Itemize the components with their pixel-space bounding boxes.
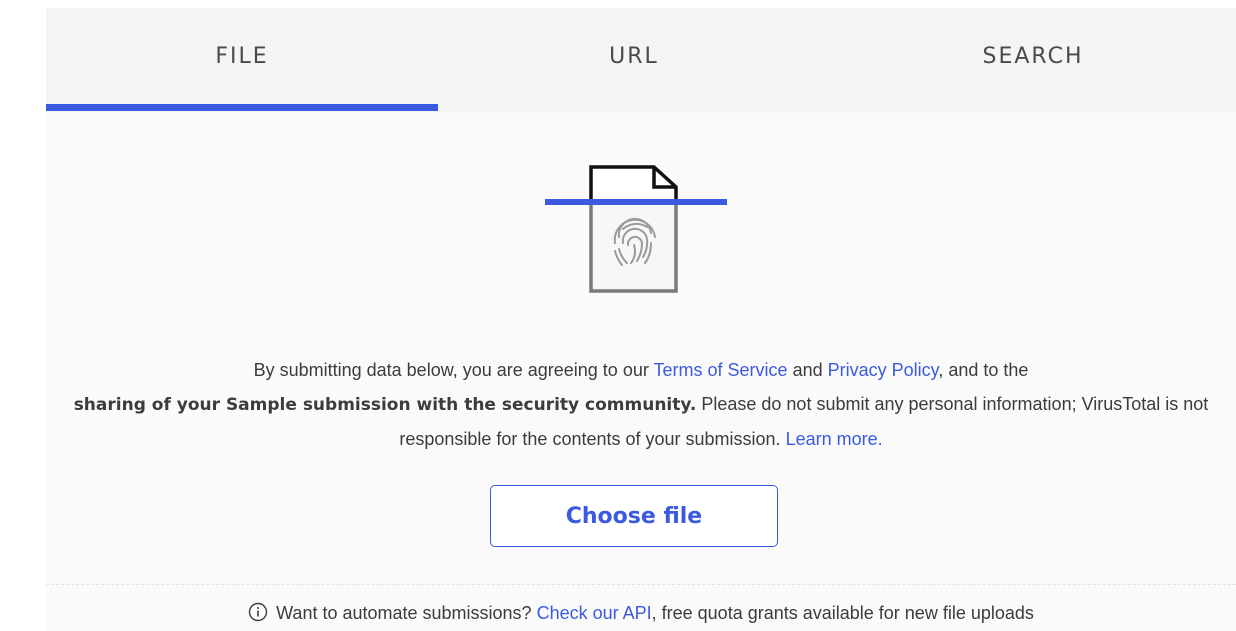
divider <box>46 584 1236 585</box>
info-icon <box>248 602 268 622</box>
page: FILE URL SEARCH By submitting data below… <box>0 0 1236 631</box>
learn-more-link[interactable]: Learn more. <box>786 429 883 449</box>
terms-after-privacy: , and to the <box>938 360 1029 380</box>
privacy-policy-link[interactable]: Privacy Policy <box>828 360 939 380</box>
check-api-link[interactable]: Check our API <box>537 603 652 623</box>
tab-url[interactable]: URL <box>438 8 830 112</box>
tab-bar: FILE URL SEARCH <box>46 8 1236 112</box>
sharing-notice: sharing of your Sample submission with t… <box>73 395 697 415</box>
tab-file[interactable]: FILE <box>46 8 438 112</box>
file-fingerprint-icon <box>541 163 731 298</box>
tab-search[interactable]: SEARCH <box>830 8 1236 112</box>
terms-of-service-link[interactable]: Terms of Service <box>654 360 788 380</box>
upload-panel: FILE URL SEARCH By submitting data below… <box>46 8 1236 631</box>
api-note-prefix: Want to automate submissions? <box>276 603 537 623</box>
api-note-suffix: , free quota grants available for new fi… <box>651 603 1034 623</box>
terms-and: and <box>787 360 828 380</box>
terms-prefix: By submitting data below, you are agreei… <box>253 360 654 380</box>
choose-file-button[interactable]: Choose file <box>490 485 778 547</box>
terms-notice: By submitting data below, you are agreei… <box>46 353 1236 456</box>
active-tab-indicator <box>46 104 438 111</box>
api-note: Want to automate submissions? Check our … <box>46 600 1236 626</box>
